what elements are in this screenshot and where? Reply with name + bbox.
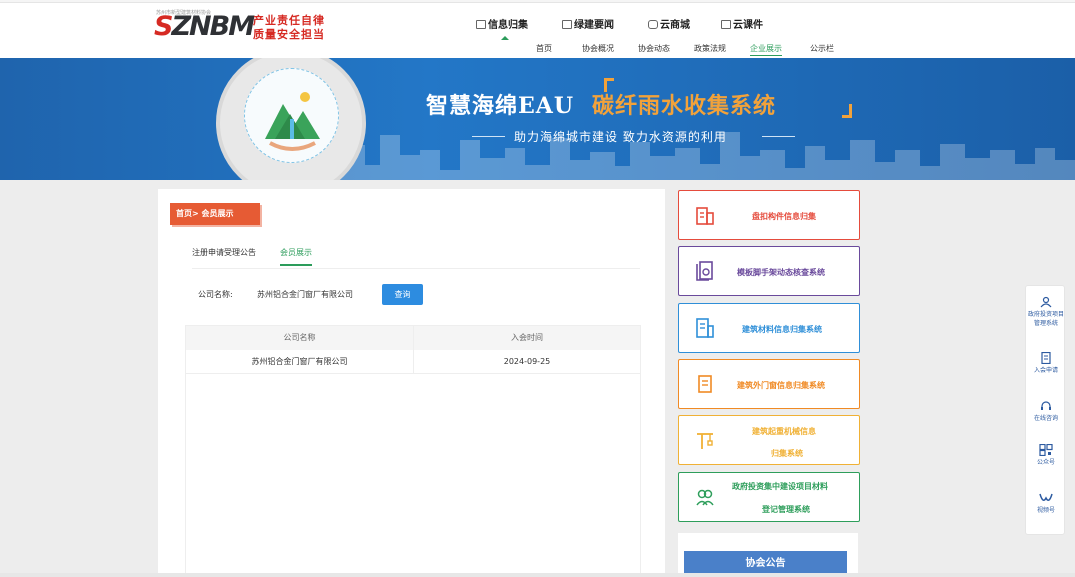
table-divider	[413, 326, 414, 374]
banner-subtitle: 助力海绵城市建设 致力水资源的利用	[514, 130, 727, 144]
logo-s-letter: S	[154, 11, 174, 42]
building-icon	[696, 207, 714, 225]
company-name-label: 公司名称:	[198, 290, 233, 299]
crane-icon	[697, 433, 713, 449]
subtitle-line-left	[472, 136, 505, 137]
breadcrumb: 首页> 会员展示	[170, 203, 260, 225]
member-table: 公司名称 入会时间 苏州铝合金门窗厂有限公司 2024-09-25	[185, 325, 641, 577]
float-official-account[interactable]: 公众号	[1026, 444, 1066, 467]
table-cell-company: 苏州铝合金门窗厂有限公司	[186, 350, 413, 374]
window-icon	[698, 375, 712, 393]
association-notice-box: 协会公告	[678, 533, 858, 577]
people-icon	[696, 489, 714, 506]
bracket-right-decoration	[842, 104, 852, 118]
sidebar-item-gov-investment[interactable]: 政府投资集中建设项目材料 登记管理系统	[678, 472, 860, 522]
nav-label: 绿建要闻	[574, 20, 614, 31]
float-video-channel[interactable]: 视频号	[1026, 492, 1066, 515]
float-label: 政府投资项目管理系统	[1027, 311, 1064, 327]
content-tabs: 注册申请受理公告 会员展示	[192, 244, 640, 269]
hero-banner: 智慧海绵EAU 碳纤雨水收集系统 助力海绵城市建设 致力水资源的利用	[0, 58, 1075, 180]
nav-cloud-mall[interactable]: 云商城	[648, 16, 690, 31]
banner-title-highlight: 碳纤雨水收集系统	[592, 94, 777, 119]
member-display-panel: 首页> 会员展示 注册申请受理公告 会员展示 公司名称: 苏州铝合金门窗厂有限公…	[158, 189, 665, 577]
scaffold-search-icon	[696, 261, 713, 281]
subnav-enterprise[interactable]: 企业展示	[750, 43, 782, 56]
sidebar-item-label-line2: 归集系统	[771, 449, 803, 458]
logo-slogan-line2: 质量安全担当	[253, 28, 325, 41]
logo-rest: ZNBM	[171, 11, 255, 42]
subnav-notice[interactable]: 公示栏	[810, 43, 834, 54]
courseware-icon	[721, 20, 731, 29]
mountain-water-icon	[265, 92, 320, 151]
table-header-join-date: 入会时间	[414, 326, 640, 350]
site-header: 苏州市新型建筑材料协会 SZNBM 产业责任自律 质量安全担当 信息归集 绿建要…	[0, 3, 1075, 58]
active-nav-caret	[501, 36, 509, 40]
float-label: 入会申请	[1033, 367, 1058, 374]
company-name-input[interactable]: 苏州铝合金门窗厂有限公司	[257, 289, 377, 300]
subtitle-line-right	[762, 136, 795, 137]
sidebar-item-label-line1: 建筑起重机械信息	[752, 427, 816, 436]
sidebar-item-label: 建筑材料信息归集系统	[742, 325, 822, 334]
nav-info-collection[interactable]: 信息归集	[476, 16, 528, 31]
news-icon	[562, 20, 572, 29]
float-label: 在线咨询	[1033, 415, 1058, 422]
sidebar-item-label-line1: 政府投资集中建设项目材料	[732, 482, 828, 491]
nav-label: 云商城	[660, 20, 690, 31]
subnav-policy[interactable]: 政策法规	[694, 43, 726, 54]
page: 苏州市新型建筑材料协会 SZNBM 产业责任自律 质量安全担当 信息归集 绿建要…	[0, 0, 1075, 577]
subnav-home[interactable]: 首页	[536, 43, 552, 54]
materials-building-icon	[696, 318, 714, 338]
float-label: 视频号	[1036, 507, 1055, 514]
user-group-icon	[1040, 296, 1052, 308]
qrcode-icon	[1039, 444, 1053, 456]
subnav-about[interactable]: 协会概况	[582, 43, 614, 54]
sidebar-item-label: 盘扣构件信息归集	[752, 212, 816, 221]
floating-toolbar: 政府投资项目管理系统 入会申请 在线咨询 公众号 视频号	[1025, 285, 1065, 535]
nav-label: 信息归集	[488, 20, 528, 31]
nav-label: 云课件	[733, 20, 763, 31]
banner-title-prefix: 智慧海绵EAU	[426, 93, 575, 119]
tab-member-display[interactable]: 会员展示	[280, 247, 312, 266]
float-label: 公众号	[1036, 459, 1055, 466]
sidebar-item-materials[interactable]: 建筑材料信息归集系统	[678, 303, 860, 353]
float-membership-apply[interactable]: 入会申请	[1026, 352, 1066, 375]
sidebar-item-clip-component[interactable]: 盘扣构件信息归集	[678, 190, 860, 240]
nav-green-news[interactable]: 绿建要闻	[562, 16, 614, 31]
banner-title: 智慧海绵EAU 碳纤雨水收集系统	[426, 88, 776, 120]
float-online-consult[interactable]: 在线咨询	[1026, 400, 1066, 423]
table-header-company: 公司名称	[186, 326, 413, 350]
float-gov-project-system[interactable]: 政府投资项目管理系统	[1026, 296, 1066, 328]
nav-cloud-courseware[interactable]: 云课件	[721, 16, 763, 31]
sidebar-item-label: 建筑外门窗信息归集系统	[737, 381, 825, 390]
sidebar-item-scaffold[interactable]: 模板脚手架动态核查系统	[678, 246, 860, 296]
list-icon	[476, 20, 486, 29]
site-logo[interactable]: 苏州市新型建筑材料协会 SZNBM 产业责任自律 质量安全担当	[154, 9, 339, 49]
bracket-left-decoration	[604, 78, 614, 92]
table-cell-join-date: 2024-09-25	[414, 350, 640, 374]
sidebar-item-label-line2: 登记管理系统	[762, 505, 810, 514]
headset-icon	[1041, 401, 1051, 410]
bottom-border	[0, 573, 1075, 577]
search-button[interactable]: 查询	[382, 284, 423, 305]
sidebar-item-crane[interactable]: 建筑起重机械信息 归集系统	[678, 415, 860, 465]
sidebar-item-windows[interactable]: 建筑外门窗信息归集系统	[678, 359, 860, 409]
eco-illustration	[244, 68, 339, 163]
logo-mark: SZNBM	[154, 11, 255, 43]
subnav-news[interactable]: 协会动态	[638, 43, 670, 54]
sidebar-item-label: 模板脚手架动态核查系统	[737, 268, 825, 277]
document-icon	[1041, 352, 1051, 364]
shop-icon	[648, 20, 658, 29]
video-channel-icon	[1039, 493, 1053, 501]
tab-registration-notice[interactable]: 注册申请受理公告	[192, 247, 256, 258]
